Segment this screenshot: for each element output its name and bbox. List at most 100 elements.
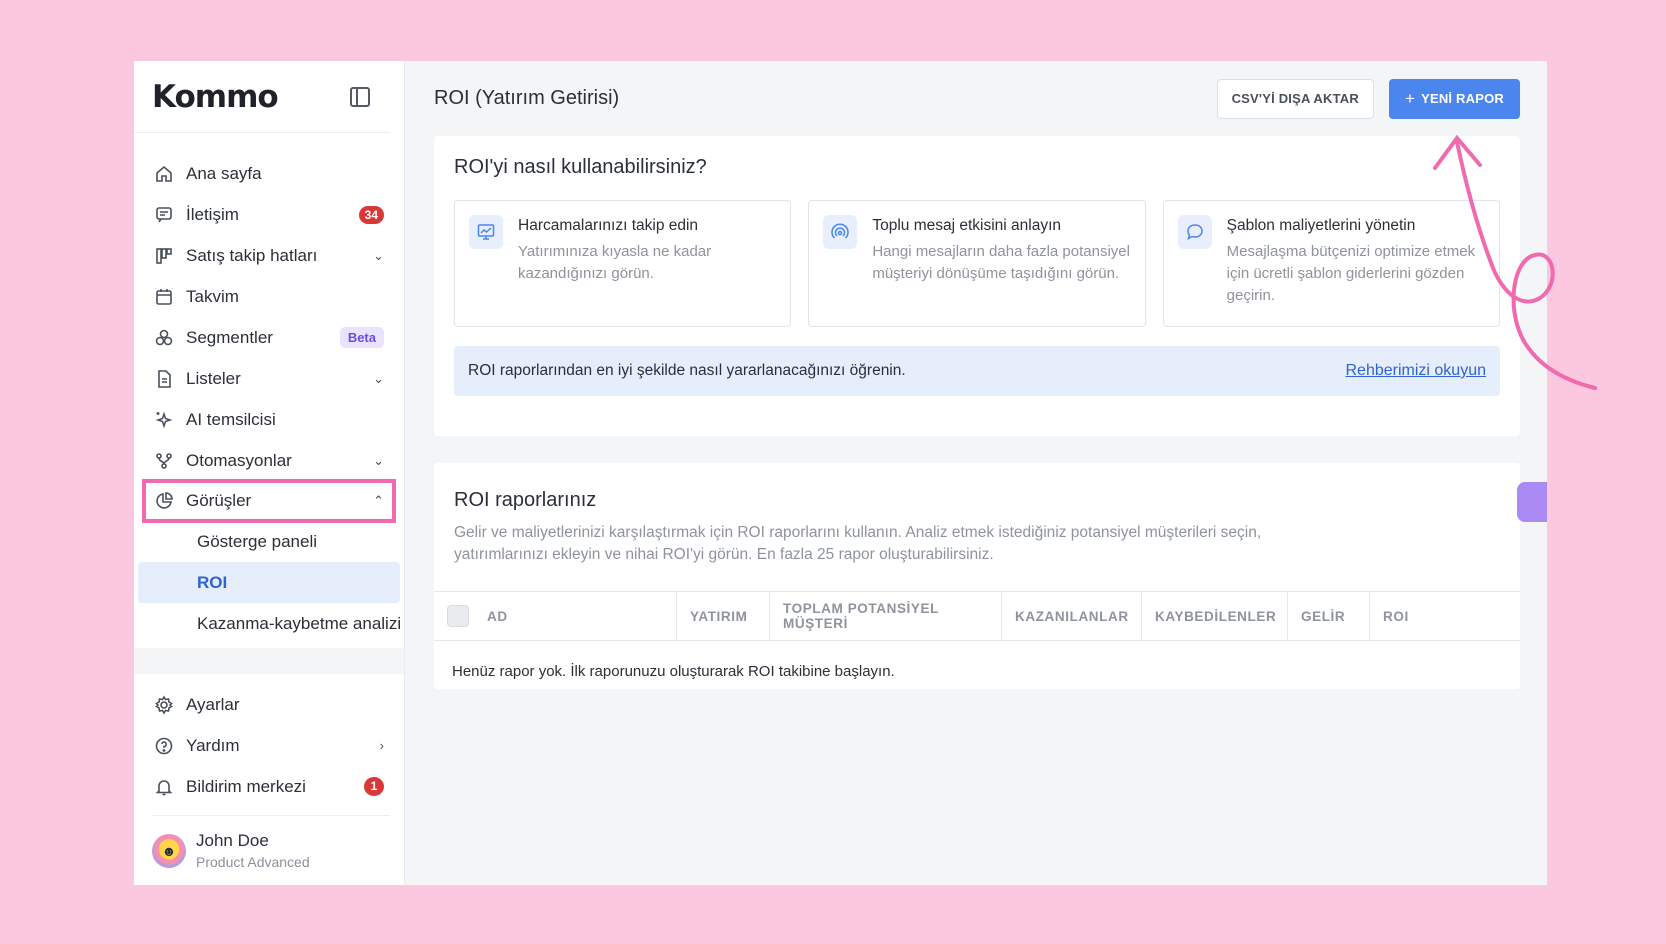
logo-row: Kommo	[134, 61, 390, 133]
tip-card: Harcamalarınızı takip edin Yatırımınıza …	[454, 200, 792, 327]
sidebar-item-pipelines[interactable]: Satış takip hatları ⌄	[134, 235, 404, 276]
header: ROI (Yatırım Getirisi) CSV'Yİ DIŞA AKTAR…	[434, 61, 1520, 136]
segments-icon	[154, 328, 174, 348]
sidebar-item-label: İletişim	[186, 204, 239, 224]
page-title: ROI (Yatırım Getirisi)	[434, 87, 620, 109]
sidebar-divider	[134, 648, 404, 674]
chevron-down-icon[interactable]: ⌄	[373, 453, 384, 469]
sidebar-subitem-roi[interactable]: ROI	[138, 562, 400, 603]
tip-title: Şablon maliyetlerini yönetin	[1226, 217, 1416, 234]
tip-card: Şablon maliyetlerini yönetin Mesajlaşma …	[1162, 200, 1500, 327]
unread-count-badge: 34	[358, 205, 384, 224]
sidebar-item-settings[interactable]: Ayarlar	[134, 684, 404, 725]
tip-description: Yatırımınıza kıyasla ne kadar kazandığın…	[518, 243, 712, 282]
tip-description: Mesajlaşma bütçenizi optimize etmek için…	[1226, 243, 1476, 304]
sidebar-item-label: Bildirim merkezi	[186, 776, 306, 796]
sidebar-item-notifications[interactable]: Bildirim merkezi 1	[134, 766, 404, 807]
tips-row: Harcamalarınızı takip edin Yatırımınıza …	[454, 200, 1500, 327]
kommo-logo[interactable]: Kommo	[152, 79, 279, 115]
sidebar-item-label: Otomasyonlar	[186, 450, 292, 470]
beta-badge: Beta	[339, 327, 384, 348]
sidebar-item-insights[interactable]: Görüşler ⌃	[142, 479, 396, 523]
new-report-label: YENİ RAPOR	[1421, 91, 1504, 106]
chart-monitor-icon	[469, 215, 503, 249]
gear-icon	[154, 694, 174, 715]
broadcast-icon	[823, 215, 858, 249]
sidebar-item-label: Ayarlar	[186, 694, 240, 714]
column-header-won[interactable]: KAZANILANLAR	[1002, 592, 1142, 640]
column-header-roi[interactable]: ROI	[1370, 592, 1470, 640]
reports-title: ROI raporlarınız	[454, 489, 597, 511]
guide-link[interactable]: Rehberimizi okuyun	[1345, 362, 1486, 380]
select-all-checkbox[interactable]	[447, 605, 469, 627]
sidebar-item-calendar[interactable]: Takvim	[134, 276, 404, 317]
howto-title: ROI'yi nasıl kullanabilirsiniz?	[454, 156, 707, 178]
sidebar-item-label: Yardım	[186, 735, 240, 755]
sparkle-icon	[154, 410, 174, 430]
sidebar-item-messages[interactable]: İletişim 34	[134, 194, 404, 235]
home-icon	[154, 164, 174, 184]
info-text: ROI raporlarından en iyi şekilde nasıl y…	[468, 362, 906, 379]
message-icon	[154, 205, 174, 225]
pipeline-icon	[154, 246, 174, 266]
sidebar-item-lists[interactable]: Listeler ⌄	[134, 358, 404, 399]
sidebar-item-label: Satış takip hatları	[186, 245, 318, 265]
column-header-revenue[interactable]: GELİR	[1288, 592, 1370, 640]
new-report-button[interactable]: + YENİ RAPOR	[1388, 78, 1520, 119]
document-icon	[154, 369, 174, 389]
sidebar-collapse-icon[interactable]	[350, 86, 370, 107]
sidebar-item-automations[interactable]: Otomasyonlar ⌄	[134, 440, 404, 481]
reports-description: Gelir ve maliyetlerinizi karşılaştırmak …	[454, 524, 1262, 563]
plus-icon: +	[1404, 88, 1416, 108]
user-profile[interactable]: ☻ John Doe Product Advanced	[152, 815, 390, 885]
sidebar-item-help[interactable]: Yardım ›	[134, 725, 404, 766]
sidebar: Kommo Ana sayfa İletişim 34 Satış takip …	[134, 61, 405, 885]
empty-state-text: Henüz rapor yok. İlk raporunuzu oluştura…	[452, 663, 895, 680]
notification-count-badge: 1	[364, 777, 384, 796]
user-name: John Doe	[196, 831, 269, 850]
avatar[interactable]: ☻	[152, 833, 186, 868]
reports-header: ROI raporlarınız Gelir ve maliyetleriniz…	[434, 463, 1520, 566]
chevron-down-icon[interactable]: ⌄	[373, 248, 384, 264]
sidebar-item-label: Görüşler	[186, 491, 252, 510]
sidebar-item-ai-agent[interactable]: AI temsilcisi	[134, 399, 404, 440]
tip-title: Toplu mesaj etkisini anlayın	[872, 217, 1062, 234]
column-label: AD	[487, 608, 508, 624]
sidebar-subitem-win-loss[interactable]: Kazanma-kaybetme analizi	[134, 603, 404, 644]
column-header-name[interactable]: AD	[434, 592, 677, 640]
sidebar-item-label: Listeler	[186, 368, 241, 388]
chevron-down-icon[interactable]: ⌄	[373, 371, 384, 387]
bell-icon	[154, 777, 174, 797]
chat-bubble-icon	[1177, 215, 1212, 249]
chevron-right-icon[interactable]: ›	[380, 738, 384, 753]
sidebar-item-home[interactable]: Ana sayfa	[134, 153, 404, 194]
tip-description: Hangi mesajların daha fazla potansiyel m…	[872, 243, 1130, 282]
help-icon	[154, 736, 174, 756]
main-nav: Ana sayfa İletişim 34 Satış takip hatlar…	[134, 133, 404, 644]
column-header-investment[interactable]: YATIRIM	[677, 592, 770, 640]
column-header-lost[interactable]: KAYBEDİLENLER	[1142, 592, 1288, 640]
app-window: Kommo Ana sayfa İletişim 34 Satış takip …	[134, 61, 1547, 885]
user-plan: Product Advanced	[196, 854, 310, 870]
reports-card: ROI raporlarınız Gelir ve maliyetleriniz…	[434, 463, 1520, 689]
column-header-total-leads[interactable]: TOPLAM POTANSİYEL MÜŞTERİ	[770, 592, 1002, 640]
chevron-up-icon[interactable]: ⌃	[373, 493, 384, 509]
info-banner: ROI raporlarından en iyi şekilde nasıl y…	[454, 346, 1500, 396]
tip-title: Harcamalarınızı takip edin	[518, 217, 699, 234]
howto-card: ROI'yi nasıl kullanabilirsiniz? Harcamal…	[434, 136, 1520, 436]
tip-card: Toplu mesaj etkisini anlayın Hangi mesaj…	[808, 200, 1146, 327]
sidebar-item-label: Takvim	[186, 286, 239, 306]
side-widget-tab[interactable]	[1517, 482, 1547, 522]
pie-chart-icon	[154, 491, 174, 511]
sidebar-item-segments[interactable]: Segmentler Beta	[134, 317, 404, 358]
sidebar-item-label: AI temsilcisi	[186, 409, 276, 429]
sidebar-item-label: Ana sayfa	[186, 163, 262, 183]
main-content: ROI (Yatırım Getirisi) CSV'Yİ DIŞA AKTAR…	[405, 61, 1547, 885]
reports-table-header: AD YATIRIM TOPLAM POTANSİYEL MÜŞTERİ KAZ…	[434, 591, 1520, 641]
export-csv-button[interactable]: CSV'Yİ DIŞA AKTAR	[1216, 78, 1374, 119]
flow-icon	[154, 451, 174, 471]
sidebar-subitem-dashboard[interactable]: Gösterge paneli	[134, 521, 404, 562]
sidebar-item-label: Segmentler	[186, 327, 273, 347]
calendar-icon	[154, 287, 174, 307]
bottom-nav: Ayarlar Yardım › Bildirim merkezi 1	[134, 674, 404, 807]
